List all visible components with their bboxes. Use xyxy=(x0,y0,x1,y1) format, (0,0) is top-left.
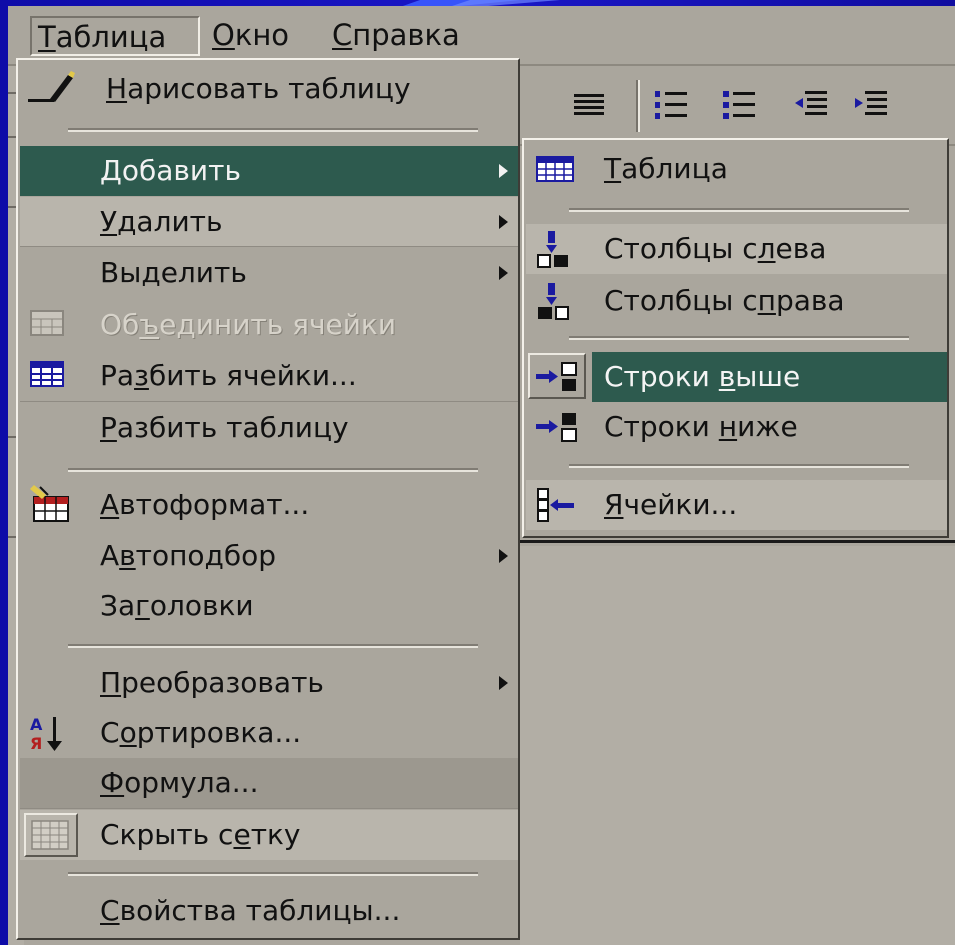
submenu-item-table[interactable]: Таблица xyxy=(526,144,947,194)
menu-item-headings[interactable]: Заголовки xyxy=(20,581,518,631)
menu-separator xyxy=(68,644,478,648)
menu-item-label: Разбить таблицу xyxy=(100,411,349,444)
submenu-arrow-icon xyxy=(499,266,508,280)
menu-item-formula[interactable]: Формула... xyxy=(20,758,518,808)
submenu-separator xyxy=(569,208,909,212)
menu-item-label: Автоподбор xyxy=(100,539,277,572)
split-cells-icon xyxy=(28,356,68,396)
menu-separator xyxy=(68,872,478,876)
menu-item-draw-table[interactable]: Нарисовать таблицу xyxy=(20,64,518,114)
menu-item-label: Выделить xyxy=(100,256,247,289)
rows-above-icon xyxy=(534,357,577,397)
menu-item-hide-gridlines[interactable]: Скрыть сетку xyxy=(20,810,518,860)
submenu-arrow-icon xyxy=(499,549,508,563)
menu-item-label: Разбить ячейки... xyxy=(100,359,357,392)
submenu-item-label: Столбцы слева xyxy=(604,232,827,265)
menu-item-autofit[interactable]: Автоподбор xyxy=(20,531,518,581)
menu-item-label: Преобразовать xyxy=(100,666,324,699)
menu-item-label: Автоформат... xyxy=(100,488,310,521)
menu-item-label: Добавить xyxy=(100,154,241,187)
submenu-item-cells[interactable]: Ячейки... xyxy=(526,480,947,530)
menu-item-select[interactable]: Выделить xyxy=(20,248,518,298)
menu-table[interactable]: Таблица xyxy=(30,16,200,56)
pencil-icon xyxy=(28,69,75,109)
submenu-item-rows-above[interactable]: Строки выше xyxy=(526,352,947,402)
row-divider xyxy=(20,246,518,247)
submenu-item-label: Таблица xyxy=(604,152,728,185)
submenu-item-label: Столбцы справа xyxy=(604,284,845,317)
menu-item-label: Свойства таблицы... xyxy=(100,894,401,927)
document-area[interactable] xyxy=(520,546,955,945)
table-menu: Нарисовать таблицу Добавить Удалить Выде… xyxy=(16,58,520,940)
submenu-arrow-icon xyxy=(499,676,508,690)
menu-item-label: Сортировка... xyxy=(100,716,302,749)
menu-item-label: Скрыть сетку xyxy=(100,818,301,851)
document-border xyxy=(520,540,955,543)
columns-right-icon xyxy=(534,281,574,321)
row-divider xyxy=(20,808,518,809)
insert-cells-icon xyxy=(534,485,574,525)
svg-text:Я: Я xyxy=(30,734,42,753)
menu-item-table-properties[interactable]: Свойства таблицы... xyxy=(20,886,518,936)
increase-indent-icon[interactable] xyxy=(850,84,892,126)
svg-text:А: А xyxy=(30,715,43,734)
insert-submenu: Таблица Столбцы слева Столбцы справа Стр… xyxy=(522,138,949,538)
table-icon xyxy=(534,149,574,189)
columns-left-icon xyxy=(534,229,574,269)
submenu-arrow-icon xyxy=(499,215,508,229)
menu-item-label: Удалить xyxy=(100,205,223,238)
menu-help[interactable]: Справка xyxy=(326,16,466,56)
menu-item-autoformat[interactable]: Автоформат... xyxy=(20,480,518,530)
formatting-toolbar xyxy=(520,68,955,146)
numbered-list-icon[interactable] xyxy=(650,84,692,126)
menu-window[interactable]: Окно xyxy=(206,16,295,56)
submenu-separator xyxy=(569,464,909,468)
autoformat-icon xyxy=(28,485,69,525)
sort-icon: АЯ xyxy=(28,713,68,753)
toolbar-separator xyxy=(636,80,640,132)
submenu-separator xyxy=(569,336,909,340)
menu-item-split-table[interactable]: Разбить таблицу xyxy=(20,403,518,453)
merge-cells-icon xyxy=(28,305,68,345)
menu-item-insert[interactable]: Добавить xyxy=(20,146,518,196)
menu-separator xyxy=(68,468,478,472)
menu-bar: Таблица Окно Справка xyxy=(8,6,955,66)
submenu-item-label: Ячейки... xyxy=(604,488,738,521)
bulleted-list-icon[interactable] xyxy=(718,84,760,126)
submenu-item-columns-right[interactable]: Столбцы справа xyxy=(526,276,947,326)
justify-icon[interactable] xyxy=(568,84,610,126)
submenu-arrow-icon xyxy=(499,164,508,178)
menu-item-label: Нарисовать таблицу xyxy=(106,72,411,105)
gridlines-icon xyxy=(24,813,78,857)
menu-item-sort[interactable]: АЯ Сортировка... xyxy=(20,708,518,758)
menu-separator xyxy=(68,128,478,132)
submenu-item-columns-left[interactable]: Столбцы слева xyxy=(526,224,947,274)
menu-item-label: Заголовки xyxy=(100,589,254,622)
menu-item-split-cells[interactable]: Разбить ячейки... xyxy=(20,351,518,401)
row-divider xyxy=(20,401,518,402)
submenu-item-label: Строки ниже xyxy=(604,410,798,443)
menu-item-merge-cells: Объединить ячейки xyxy=(20,300,518,350)
rows-below-icon xyxy=(534,407,577,447)
menu-item-label: Объединить ячейки xyxy=(100,308,397,341)
menu-item-delete[interactable]: Удалить xyxy=(20,197,518,247)
menu-item-convert[interactable]: Преобразовать xyxy=(20,658,518,708)
submenu-item-label: Строки выше xyxy=(604,360,801,393)
submenu-item-rows-below[interactable]: Строки ниже xyxy=(526,402,947,452)
menu-item-label: Формула... xyxy=(100,766,259,799)
decrease-indent-icon[interactable] xyxy=(790,84,832,126)
